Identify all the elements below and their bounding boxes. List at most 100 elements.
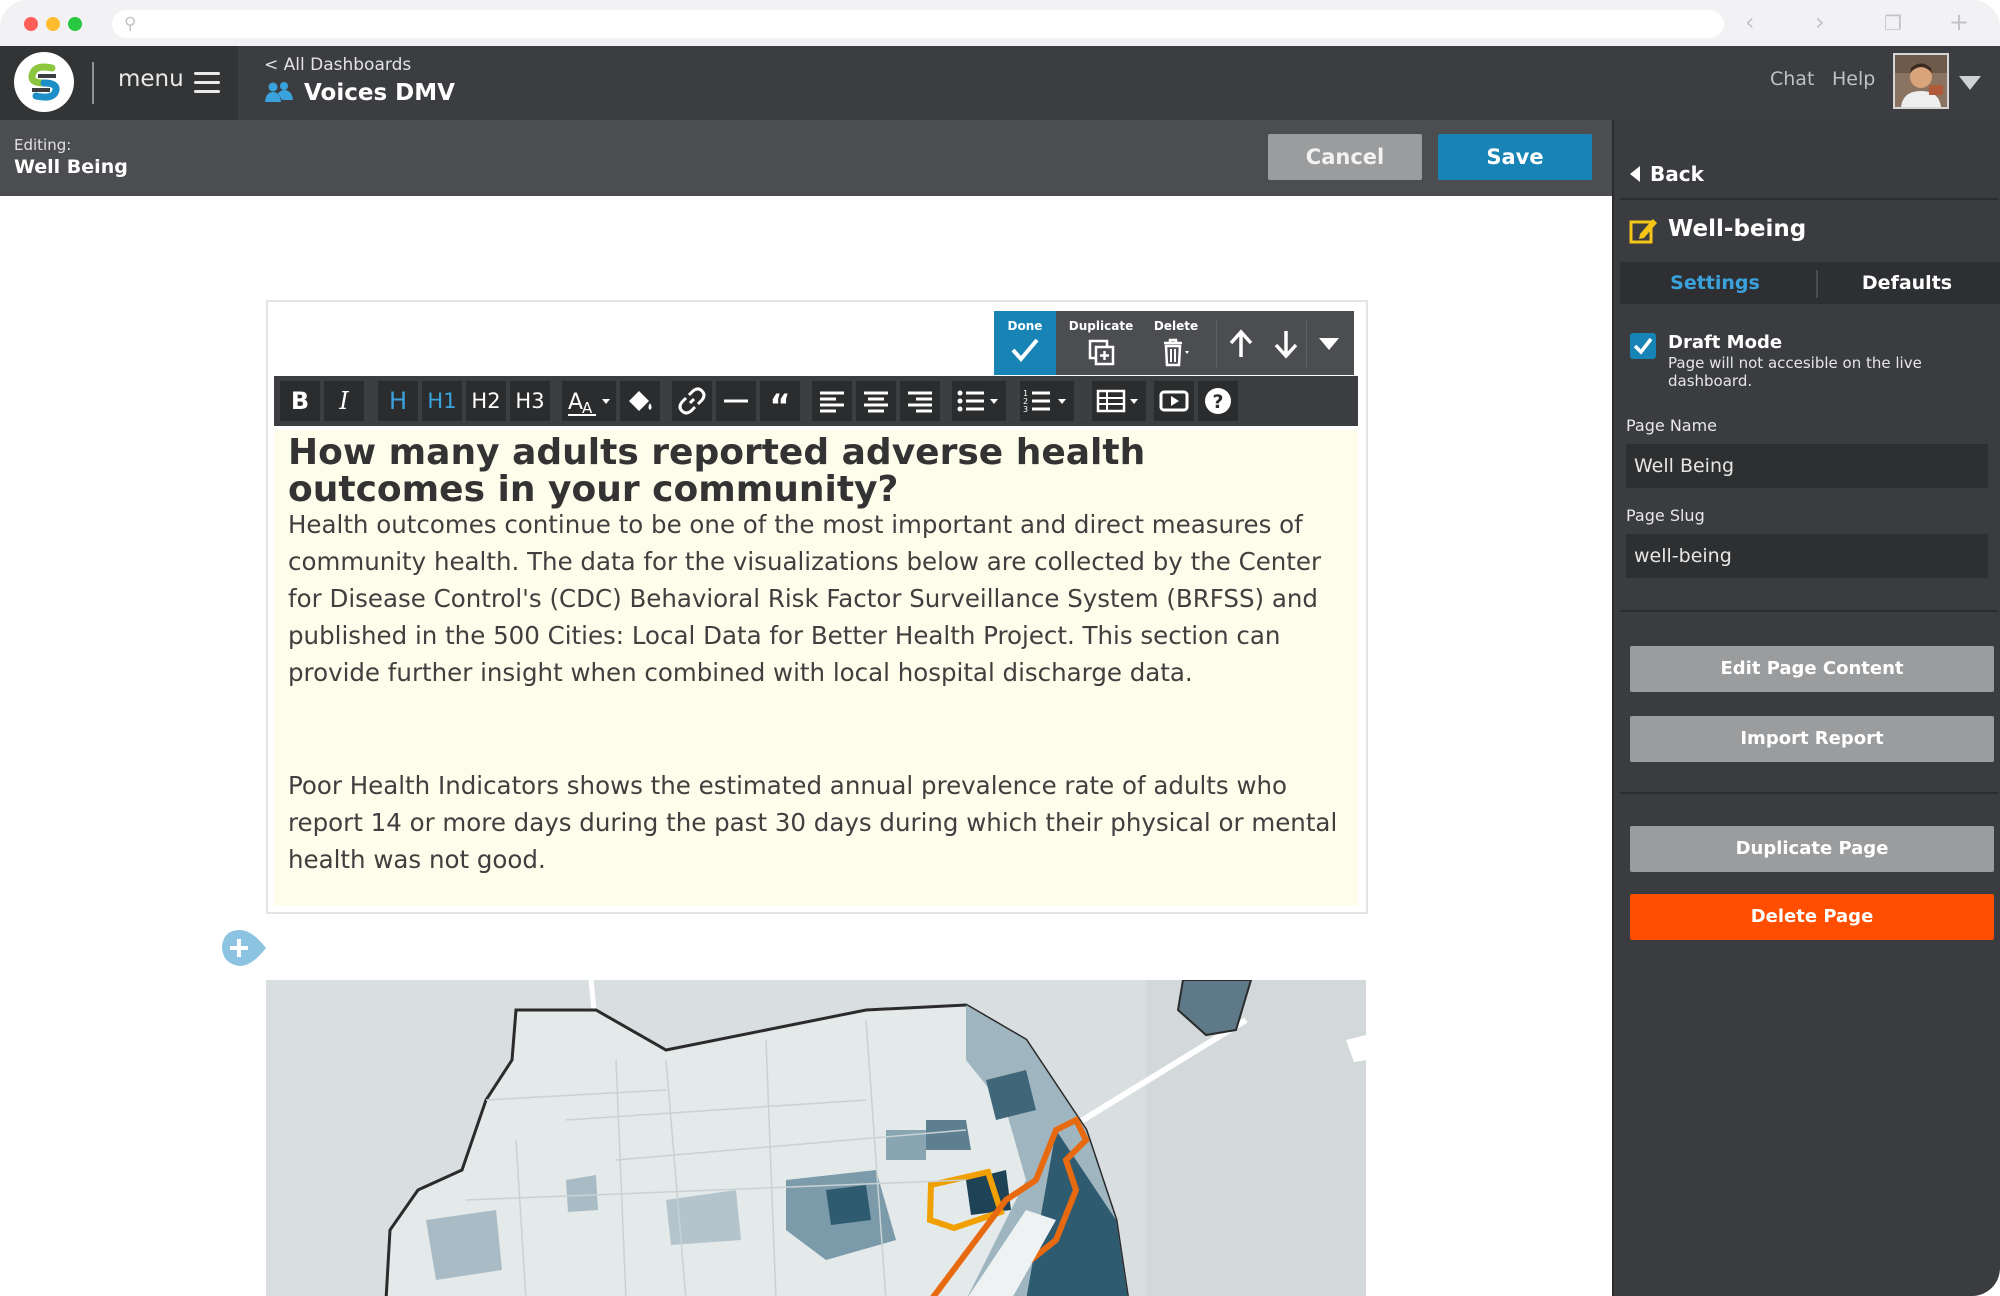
page-slug-label: Page Slug: [1626, 506, 1705, 525]
duplicate-block-button[interactable]: Duplicate: [1062, 311, 1140, 375]
census-tract-map: [266, 980, 1366, 1296]
chat-link[interactable]: Chat: [1770, 68, 1814, 90]
help-link[interactable]: Help: [1832, 68, 1875, 90]
h1-button[interactable]: H1: [422, 381, 462, 421]
browser-toolbar: ⚲ ‹ › ❐ +: [0, 0, 2000, 47]
duplicate-icon: [1088, 339, 1115, 366]
user-dropdown-caret-icon[interactable]: [1959, 76, 1981, 90]
arrow-up-icon[interactable]: [1228, 329, 1254, 359]
controls-divider-2: [1306, 319, 1307, 367]
delete-block-button[interactable]: Delete: [1144, 311, 1208, 375]
panel-page-title: Well-being: [1668, 216, 1807, 242]
panel-tabs: Settings Defaults: [1620, 262, 2000, 304]
svg-text:?: ?: [1213, 391, 1224, 413]
add-block-icon[interactable]: [220, 928, 266, 968]
tabs-icon[interactable]: ❐: [1884, 11, 1902, 35]
align-right-icon: [908, 391, 932, 413]
h2-button[interactable]: H2: [466, 381, 506, 421]
cancel-button[interactable]: Cancel: [1268, 134, 1422, 180]
delete-page-button[interactable]: Delete Page: [1630, 894, 1994, 940]
hamburger-icon[interactable]: [194, 72, 220, 93]
italic-button[interactable]: I: [324, 381, 364, 421]
arrow-down-icon[interactable]: [1273, 329, 1299, 359]
people-icon: [264, 81, 294, 107]
app-header: menu < All Dashboards Voices DMV Chat He…: [0, 46, 2000, 120]
font-size-icon: A A: [568, 390, 610, 417]
map-visualization[interactable]: [266, 980, 1366, 1296]
minimize-window-button[interactable]: [46, 17, 60, 31]
horizontal-rule-button[interactable]: [716, 381, 756, 421]
all-dashboards-link[interactable]: < All Dashboards: [264, 55, 411, 75]
text-block-editor: Done Duplicate Delete B I H H1 H2 H3 A A…: [266, 300, 1368, 914]
editing-bar: Editing: Well Being Cancel Save: [0, 120, 1612, 196]
table-button[interactable]: [1092, 381, 1146, 421]
align-right-button[interactable]: [900, 381, 940, 421]
formatting-toolbar: B I H H1 H2 H3 A A “ 1 2 3 ?: [274, 376, 1358, 426]
page-name-input[interactable]: Well Being: [1626, 444, 1988, 488]
heading-button[interactable]: H: [378, 381, 418, 421]
fill-color-button[interactable]: [620, 381, 660, 421]
draft-mode-label: Draft Mode: [1668, 332, 1783, 353]
more-options-caret-icon[interactable]: [1318, 337, 1340, 351]
rich-text-area[interactable]: How many adults reported adverse health …: [274, 430, 1358, 906]
controls-divider: [1216, 319, 1217, 367]
video-button[interactable]: [1154, 381, 1194, 421]
search-icon: ⚲: [124, 14, 137, 34]
svg-text:A: A: [568, 390, 583, 415]
bold-button[interactable]: B: [280, 381, 320, 421]
back-arrow-icon[interactable]: ‹: [1745, 8, 1755, 36]
align-center-icon: [864, 391, 888, 413]
paint-bucket-icon: [629, 391, 652, 411]
edit-page-content-button[interactable]: Edit Page Content: [1630, 646, 1994, 692]
forward-arrow-icon[interactable]: ›: [1815, 8, 1825, 36]
quote-button[interactable]: “: [760, 381, 800, 425]
user-avatar[interactable]: [1893, 53, 1949, 109]
draft-mode-checkbox[interactable]: [1630, 333, 1656, 359]
video-icon: [1159, 390, 1189, 412]
back-triangle-icon: [1630, 166, 1640, 182]
help-circle-icon: ?: [1205, 388, 1231, 414]
dashboard-title: Voices DMV: [304, 80, 455, 106]
help-button[interactable]: ?: [1198, 381, 1238, 421]
checkmark-icon: [1633, 337, 1653, 355]
app-logo-icon[interactable]: [14, 52, 74, 112]
menu-label[interactable]: menu: [118, 66, 184, 92]
indicator-paragraph: Poor Health Indicators shows the estimat…: [288, 771, 1338, 874]
link-button[interactable]: [672, 381, 712, 421]
back-link[interactable]: Back: [1628, 162, 1704, 186]
browser-window: ⚲ ‹ › ❐ + menu < All Dashboards Voices D…: [0, 0, 2000, 1296]
h3-button[interactable]: H3: [510, 381, 550, 421]
quote-icon: “: [769, 387, 791, 425]
close-window-button[interactable]: [24, 17, 38, 31]
panel-divider: [1620, 198, 1998, 200]
edit-page-icon: [1629, 219, 1657, 244]
align-center-button[interactable]: [856, 381, 896, 421]
svg-text:3: 3: [1023, 405, 1028, 414]
panel-divider-3: [1620, 792, 1998, 794]
page-canvas: Done Duplicate Delete B I H H1 H2 H3 A A…: [0, 196, 1612, 1296]
numbered-list-button[interactable]: 1 2 3: [1020, 381, 1074, 421]
font-size-button[interactable]: A A: [562, 381, 616, 421]
checkmark-icon: [1011, 338, 1039, 363]
intro-paragraph: Health outcomes continue to be one of th…: [288, 510, 1322, 687]
tab-defaults[interactable]: Defaults: [1812, 262, 2000, 304]
import-report-button[interactable]: Import Report: [1630, 716, 1994, 762]
draft-mode-description: Page will not accesible on the live dash…: [1668, 354, 1922, 390]
maximize-window-button[interactable]: [68, 17, 82, 31]
tab-settings[interactable]: Settings: [1620, 262, 1810, 304]
save-button[interactable]: Save: [1438, 134, 1592, 180]
new-tab-icon[interactable]: +: [1949, 8, 1969, 36]
align-left-button[interactable]: [812, 381, 852, 421]
table-icon: [1096, 389, 1138, 413]
panel-divider-2: [1620, 610, 1998, 612]
done-button[interactable]: Done: [994, 311, 1056, 375]
address-bar[interactable]: ⚲: [112, 10, 1724, 38]
trash-icon: [1164, 338, 1189, 367]
logo-menu-zone: menu: [0, 46, 238, 120]
horizontal-rule-icon: [724, 399, 748, 403]
align-left-icon: [820, 391, 844, 413]
block-controls: Done Duplicate Delete: [994, 311, 1354, 375]
bullet-list-button[interactable]: [952, 381, 1006, 421]
duplicate-page-button[interactable]: Duplicate Page: [1630, 826, 1994, 872]
page-slug-input[interactable]: well-being: [1626, 534, 1988, 578]
